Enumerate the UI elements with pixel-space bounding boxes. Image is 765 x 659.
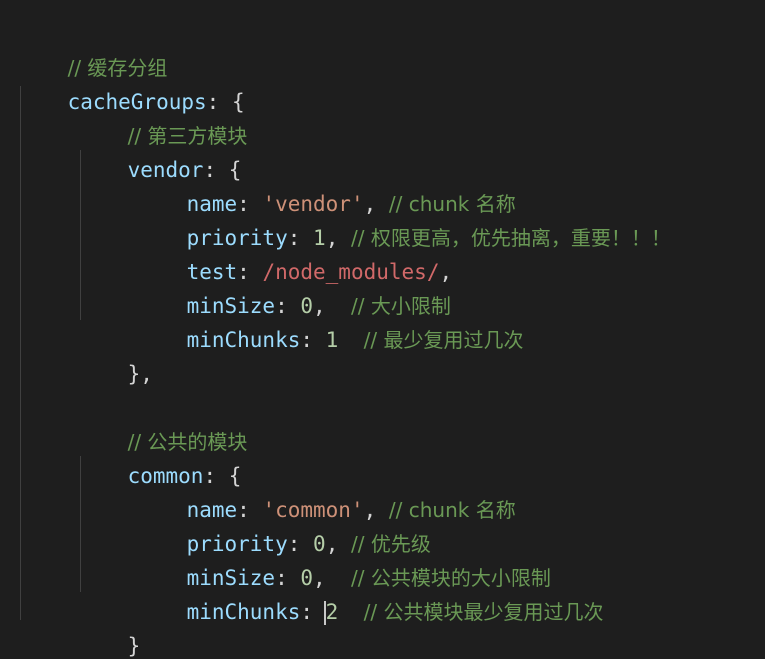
number-value: 1 — [325, 328, 339, 352]
code-line: // 第三方模块 — [77, 85, 248, 148]
punctuation: }, — [127, 362, 153, 386]
punctuation — [338, 328, 363, 352]
code-line: } — [17, 625, 80, 659]
code-editor[interactable]: // 缓存分组 cacheGroups: { // 第三方模块 vendor: … — [0, 0, 765, 659]
property-key: minChunks — [186, 328, 301, 352]
code-line: }, — [77, 323, 153, 386]
code-line: minChunks: 2 // 公共模块最少复用过几次 — [136, 561, 603, 625]
code-line: priority: 0, // 优先级 — [136, 493, 431, 556]
code-line: // 公共的模块 — [77, 391, 248, 454]
code-line: common: { — [77, 425, 242, 488]
code-line: // 缓存分组 — [17, 17, 168, 80]
code-line: minChunks: 1 // 最少复用过几次 — [136, 289, 524, 352]
code-line: name: 'vendor', // chunk 名称 — [136, 153, 516, 216]
punctuation: : — [300, 600, 326, 624]
comment: // 公共模块最少复用过几次 — [363, 600, 604, 624]
code-line: minSize: 0, // 大小限制 — [136, 255, 451, 318]
code-line: minSize: 0, // 公共模块的大小限制 — [136, 527, 551, 590]
code-line: vendor: { — [77, 119, 242, 182]
comment: // 最少复用过几次 — [363, 328, 524, 352]
code-line: } — [77, 595, 141, 658]
code-line: priority: 1, // 权限更高，优先抽离，重要！！！ — [136, 187, 671, 250]
code-line: name: 'common', // chunk 名称 — [136, 459, 516, 522]
punctuation: } — [127, 634, 141, 658]
code-line: test: /node_modules/, — [136, 221, 453, 284]
punctuation — [338, 600, 363, 624]
indent-guide — [20, 86, 21, 620]
code-line: cacheGroups: { — [17, 51, 245, 114]
punctuation: : — [300, 328, 326, 352]
number-value: 2 — [325, 600, 339, 624]
property-key: minChunks — [186, 600, 301, 624]
